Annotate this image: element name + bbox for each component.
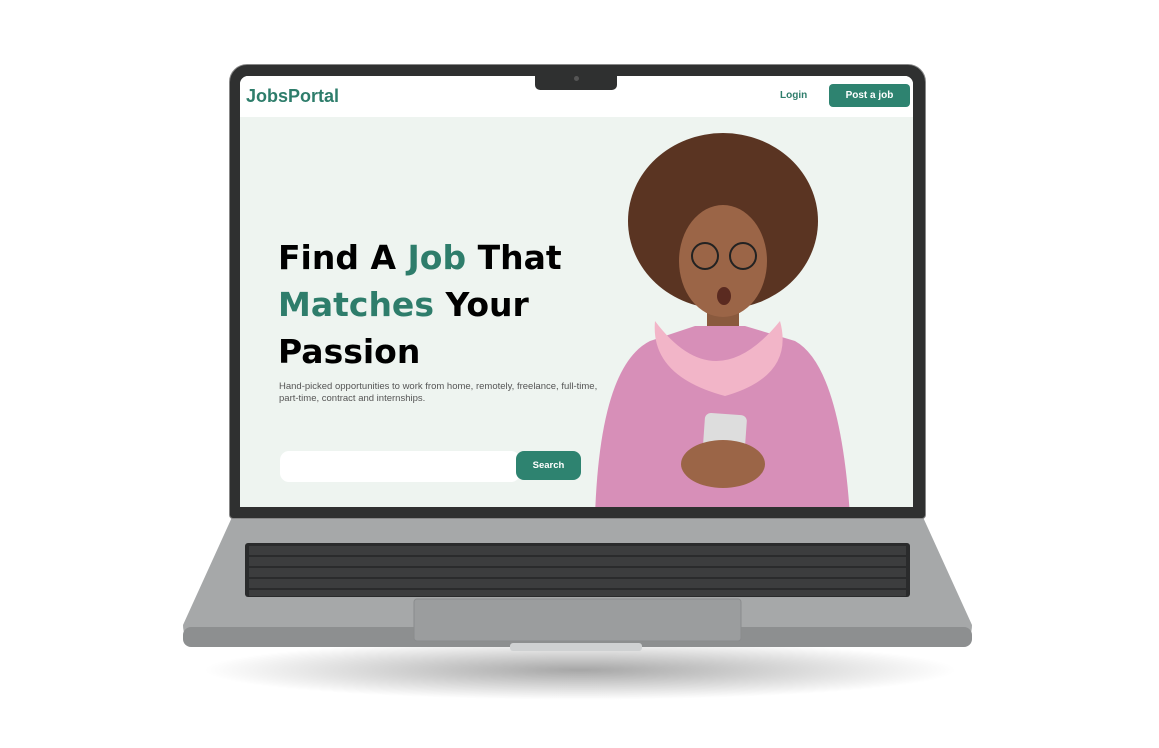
hero-woman-image [595,133,850,507]
post-job-button[interactable]: Post a job [829,84,910,107]
title-highlight: Job [407,238,467,277]
laptop-base [183,515,972,651]
search-input[interactable] [280,451,520,482]
title-text: Find A [278,238,408,277]
website-screen: JobsPortal Login Post a job Find A Job T… [240,76,913,507]
title-highlight: Matches [278,285,434,324]
camera-icon [574,76,579,81]
login-link[interactable]: Login [780,90,807,101]
title-text: That [466,238,562,277]
logo[interactable]: JobsPortal [246,86,339,107]
search-button[interactable]: Search [516,451,581,480]
hero-subtitle: Hand-picked opportunities to work from h… [279,381,598,404]
hero-title: Find A Job That Matches Your Passion [278,234,608,375]
